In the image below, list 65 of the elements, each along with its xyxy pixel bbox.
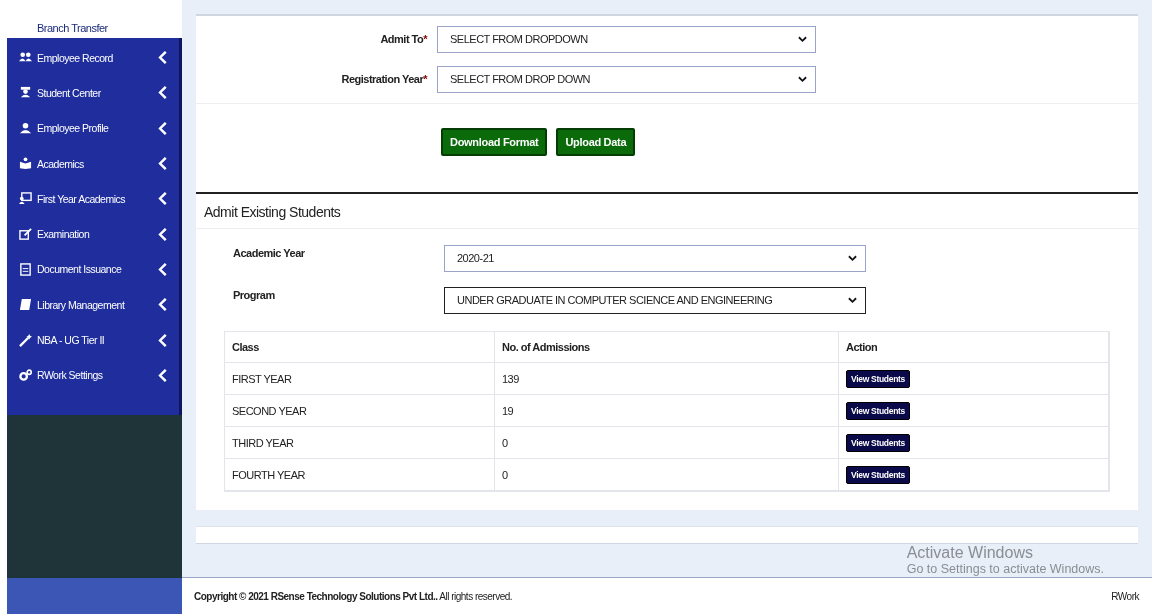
copyright-text: Copyright © 2021 RSense Technology Solutions Pvt Ltd.. All rights reserved. xyxy=(194,590,513,602)
chevron-down-icon xyxy=(798,75,807,83)
select-field[interactable]: UNDER GRADUATE IN COMPUTER SCIENCE AND ENGINEERING xyxy=(444,286,866,314)
chevron-icon xyxy=(156,192,169,206)
field-label: Admit To xyxy=(380,33,424,45)
select-field[interactable]: SELECT FROM DROP DOWN xyxy=(437,65,816,93)
chevron-icon xyxy=(156,157,169,171)
document-icon xyxy=(19,262,32,276)
table-cell: SECOND YEAR xyxy=(225,395,495,427)
required-mark: * xyxy=(423,33,427,45)
table-cell: 0 xyxy=(495,427,839,459)
field-label: Registration Year xyxy=(341,73,424,85)
chevron-icon xyxy=(156,298,169,312)
table-cell: 19 xyxy=(495,395,839,427)
activation-title: Activate Windows xyxy=(906,544,1034,562)
chevron-icon xyxy=(156,121,169,135)
chevron-icon xyxy=(156,262,169,276)
presentation-icon xyxy=(19,192,32,206)
sidebar-item[interactable]: Student Center xyxy=(7,75,179,111)
chevron-down-icon xyxy=(848,254,857,262)
view-students-button[interactable]: View Students xyxy=(846,433,911,452)
chevron-down-icon xyxy=(798,35,807,43)
action-button[interactable]: Download Format xyxy=(441,128,548,156)
sidebar-item[interactable]: Document Issuance xyxy=(7,251,179,288)
column-header: Action xyxy=(839,332,1109,363)
table-cell: 139 xyxy=(495,363,839,395)
view-students-button[interactable]: View Students xyxy=(846,369,911,388)
sidebar-item[interactable]: Employee Profile xyxy=(7,110,179,146)
column-header: Class xyxy=(225,332,495,363)
chevron-icon xyxy=(156,333,169,347)
table-cell: FOURTH YEAR xyxy=(225,459,495,491)
table-cell: FIRST YEAR xyxy=(225,363,495,395)
select-field[interactable]: SELECT FROM DROPDOWN xyxy=(437,25,816,53)
gears-icon xyxy=(19,368,32,382)
chevron-icon xyxy=(156,227,169,241)
activation-hint: Go to Settings to activate Windows. xyxy=(906,562,1104,576)
column-header: No. of Admissions xyxy=(495,332,839,363)
brand-text: RWork xyxy=(1111,590,1139,602)
graduate-icon xyxy=(19,86,32,100)
table-cell: THIRD YEAR xyxy=(225,427,495,459)
view-students-button[interactable]: View Students xyxy=(846,465,911,484)
sidebar-item[interactable]: First Year Academics xyxy=(7,181,179,217)
field-label: Academic Year xyxy=(232,247,306,259)
chevron-icon xyxy=(156,51,169,65)
chevron-icon xyxy=(156,368,169,382)
view-students-button[interactable]: View Students xyxy=(846,401,911,420)
sidebar-item[interactable]: Examination xyxy=(7,216,179,252)
chevron-down-icon xyxy=(848,296,857,304)
chevron-icon xyxy=(156,86,169,100)
select-field[interactable]: 2020-21 xyxy=(444,244,866,272)
sidebar-item[interactable]: Academics xyxy=(7,145,179,182)
user-icon xyxy=(19,121,32,135)
reader-icon xyxy=(19,157,32,171)
book-icon xyxy=(19,298,32,312)
sidebar-item[interactable]: NBA - UG Tier II xyxy=(7,322,179,358)
required-mark: * xyxy=(423,73,427,85)
wand-icon xyxy=(19,333,32,347)
table-cell: 0 xyxy=(495,459,839,491)
field-label: Program xyxy=(232,289,276,301)
action-button[interactable]: Upload Data xyxy=(556,128,636,156)
edit-icon xyxy=(19,227,32,241)
sidebar-item[interactable]: Library Management xyxy=(7,287,179,323)
sidebar-item[interactable]: Employee Record xyxy=(7,40,179,76)
sidebar-item[interactable]: RWork Settings xyxy=(7,357,179,393)
section-title: Admit Existing Students xyxy=(196,194,1138,229)
